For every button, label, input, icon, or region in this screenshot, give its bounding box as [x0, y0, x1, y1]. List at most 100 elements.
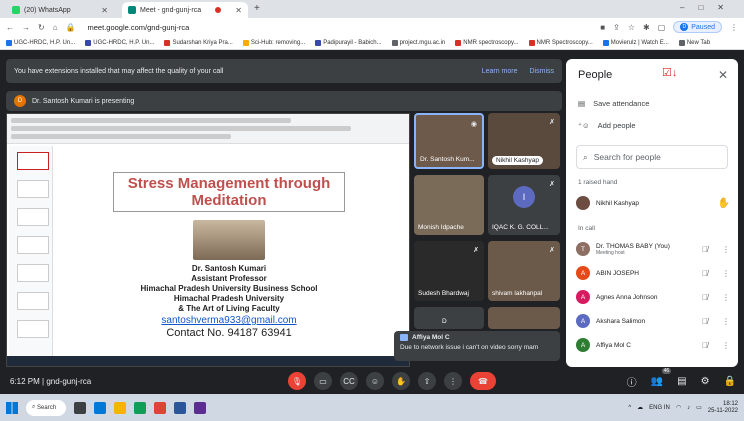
save-attendance-label: Save attendance	[593, 99, 650, 108]
bookmark[interactable]: UGC-HRDC, H.P. Un...	[85, 39, 154, 46]
participant-tile[interactable]: Nikhil Kashyap ✗	[488, 113, 560, 169]
participant-tile[interactable]: Dr. Santosh Kum... ◉	[414, 113, 484, 169]
battery-icon[interactable]: ▭	[696, 404, 702, 411]
home-icon[interactable]: ⌂	[53, 23, 58, 32]
lock-icon[interactable]: 🔒	[66, 23, 76, 32]
close-tab-icon[interactable]: ✕	[101, 6, 108, 15]
bookmark[interactable]: NMR spectroscopy...	[455, 39, 519, 46]
more-options-icon[interactable]: ⋮	[722, 341, 730, 350]
mic-toggle-button[interactable]: 🎙	[288, 372, 306, 390]
mic-off-icon[interactable]: 🎙̸	[702, 317, 708, 326]
more-options-icon[interactable]: ⋮	[722, 245, 730, 254]
more-options-icon[interactable]: ⋮	[722, 317, 730, 326]
language-indicator[interactable]: ENG IN	[649, 405, 670, 411]
close-icon[interactable]: ✕	[718, 68, 728, 82]
url-field[interactable]: meet.google.com/gnd-gunj-rca	[88, 23, 190, 32]
dismiss-button[interactable]: Dismiss	[530, 68, 555, 75]
share-icon[interactable]: ⇪	[613, 23, 620, 32]
mic-off-icon[interactable]: 🎙̸	[702, 269, 708, 278]
save-attendance-button[interactable]: ▤ Save attendance	[578, 99, 649, 108]
bookmark[interactable]: Movierulz | Watch E...	[602, 39, 669, 46]
bookmark[interactable]: Sci-Hub: removing...	[242, 39, 305, 46]
bookmark[interactable]: New Tab	[678, 39, 710, 46]
search-placeholder: Search for people	[593, 152, 661, 162]
bookmark-icon	[391, 39, 398, 46]
participant-row[interactable]: Nikhil Kashyap ✋	[576, 193, 730, 213]
extensions-icon[interactable]: ✱	[643, 23, 650, 32]
file-explorer-icon[interactable]	[114, 401, 126, 414]
participant-tile[interactable]: D	[414, 307, 484, 329]
bookmark[interactable]: Sudarshan Kriya Pra...	[164, 39, 233, 46]
bookmark-icon	[455, 39, 462, 46]
tab-whatsapp[interactable]: (20) WhatsApp ✕	[6, 2, 114, 18]
participant-tile[interactable]: shivam lakhanpal ✗	[488, 241, 560, 301]
back-icon[interactable]: ←	[6, 23, 14, 32]
tab-meet[interactable]: Meet - gnd-gunj-rca ✕	[122, 2, 248, 18]
mic-off-icon[interactable]: 🎙̸	[702, 341, 708, 350]
wifi-icon[interactable]: ◠	[676, 404, 681, 411]
reactions-button[interactable]: ☺	[366, 372, 384, 390]
chat-notification[interactable]: Affiya Mol C Due to network issue i can'…	[394, 331, 560, 361]
participant-row[interactable]: T Dr. THOMAS BABY (You) Meeting host 🎙̸ ⋮	[576, 239, 730, 259]
leave-call-button[interactable]: ☎	[470, 372, 496, 390]
edge-icon[interactable]	[134, 401, 146, 414]
avatar: T	[576, 242, 590, 256]
whatsapp-icon	[12, 6, 20, 14]
bookmark[interactable]: project.mgu.ac.in	[391, 39, 445, 46]
add-people-button[interactable]: ⁺☺ Add people	[578, 121, 636, 130]
recording-dot-icon	[215, 7, 222, 13]
activities-icon[interactable]: ⚙	[701, 376, 710, 387]
captions-button[interactable]: CC	[340, 372, 358, 390]
info-icon[interactable]: ⓘ	[627, 374, 637, 389]
bookmark[interactable]: NMR Spectroscopy...	[528, 39, 593, 46]
meditation-image	[193, 220, 265, 260]
people-button[interactable]: 👥 46	[651, 367, 672, 387]
participant-row[interactable]: A Affiya Mol C 🎙̸ ⋮	[576, 335, 730, 355]
forward-icon[interactable]: →	[22, 23, 30, 32]
chat-icon[interactable]: ▤	[677, 376, 686, 387]
participant-row[interactable]: A Agnes Anna Johnson 🎙̸ ⋮	[576, 287, 730, 307]
participant-tile[interactable]	[488, 307, 560, 329]
participant-tile[interactable]: Sudesh Bhardwaj ✗	[414, 241, 484, 301]
volume-icon[interactable]: ♪	[687, 405, 690, 411]
bookmark-icon	[678, 39, 685, 46]
lock-icon[interactable]: 🔒	[724, 376, 736, 387]
new-tab-button[interactable]: +	[254, 3, 260, 14]
more-options-icon[interactable]: ⋮	[722, 293, 730, 302]
camera-icon[interactable]: ■	[600, 23, 605, 32]
clock[interactable]: 18:12 25-11-2022	[708, 401, 738, 415]
raised-hand-header: 1 raised hand	[578, 179, 618, 186]
tray-chevron-icon[interactable]: ^	[628, 405, 631, 411]
sidepanel-icon[interactable]: ▢	[658, 23, 666, 32]
slide-thumbnail	[17, 264, 49, 282]
word-icon[interactable]	[174, 401, 186, 414]
participant-row[interactable]: A Akshara Salimon 🎙̸ ⋮	[576, 311, 730, 331]
app-icon[interactable]	[194, 401, 206, 414]
close-tab-icon[interactable]: ✕	[235, 6, 242, 15]
more-options-button[interactable]: ⋮	[444, 372, 462, 390]
menu-icon[interactable]: ⋮	[730, 23, 738, 32]
windows-start-icon[interactable]	[6, 401, 18, 414]
profile-button[interactable]: D Paused	[673, 21, 722, 33]
mic-off-icon[interactable]: 🎙̸	[702, 245, 708, 254]
bookmark[interactable]: Padipurayil - Babich...	[315, 39, 382, 46]
widgets-icon[interactable]	[94, 401, 106, 414]
window-controls[interactable]: –□✕	[680, 3, 738, 12]
reload-icon[interactable]: ↻	[38, 23, 45, 32]
participant-row[interactable]: A ABIN JOSEPH 🎙̸ ⋮	[576, 263, 730, 283]
task-view-icon[interactable]	[74, 401, 86, 414]
camera-toggle-button[interactable]: ▭	[314, 372, 332, 390]
present-button[interactable]: ⇧	[418, 372, 436, 390]
mic-off-icon[interactable]: 🎙̸	[702, 293, 708, 302]
participant-tile[interactable]: I IQAC K. G. COLL... ✗	[488, 175, 560, 235]
bookmark[interactable]: UGC-HRDC, H.P. Un...	[6, 39, 75, 46]
taskbar-search[interactable]: ⌕ Search	[26, 399, 66, 416]
learn-more-link[interactable]: Learn more	[482, 68, 518, 75]
star-icon[interactable]: ☆	[628, 23, 635, 32]
participant-tile[interactable]: Monish Idpache	[414, 175, 484, 235]
search-people-input[interactable]: ⌕ Search for people	[576, 145, 728, 169]
chrome-icon[interactable]	[154, 401, 166, 414]
more-options-icon[interactable]: ⋮	[722, 269, 730, 278]
tray-cloud-icon[interactable]: ☁	[637, 404, 643, 411]
raise-hand-button[interactable]: ✋	[392, 372, 410, 390]
